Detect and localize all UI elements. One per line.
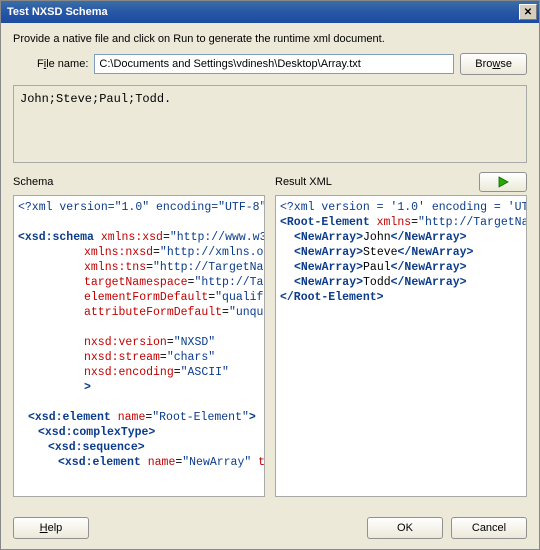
help-button[interactable]: Help — [13, 517, 89, 539]
close-icon: ✕ — [524, 7, 532, 18]
schema-header: Schema — [13, 171, 265, 193]
run-button[interactable] — [479, 172, 527, 192]
file-name-label: File name: — [37, 58, 88, 70]
schema-panel: Schema <?xml version="1.0" encoding="UTF… — [13, 171, 265, 497]
result-label: Result XML — [275, 176, 332, 188]
schema-label: Schema — [13, 176, 53, 188]
button-bar: Help OK Cancel — [1, 507, 539, 549]
close-button[interactable]: ✕ — [519, 4, 537, 20]
result-code-box[interactable]: <?xml version = '1.0' encoding = 'UTF-8'… — [275, 195, 527, 497]
cancel-button[interactable]: Cancel — [451, 517, 527, 539]
schema-code-box[interactable]: <?xml version="1.0" encoding="UTF-8" ?><… — [13, 195, 265, 497]
play-icon — [497, 176, 509, 188]
dialog-window: Test NXSD Schema ✕ Provide a native file… — [0, 0, 540, 550]
button-bar-right: OK Cancel — [367, 517, 527, 539]
file-content-box[interactable]: John;Steve;Paul;Todd. — [13, 85, 527, 163]
dialog-content: Provide a native file and click on Run t… — [1, 23, 539, 507]
file-name-input[interactable] — [94, 54, 454, 74]
result-header: Result XML — [275, 171, 527, 193]
title-bar: Test NXSD Schema ✕ — [1, 1, 539, 23]
result-panel: Result XML <?xml version = '1.0' encodin… — [275, 171, 527, 497]
browse-button[interactable]: Browse — [460, 53, 527, 75]
window-title: Test NXSD Schema — [7, 6, 108, 18]
panels-row: Schema <?xml version="1.0" encoding="UTF… — [13, 171, 527, 497]
file-name-row: File name: Browse — [13, 53, 527, 75]
file-content-text: John;Steve;Paul;Todd. — [20, 92, 171, 106]
instruction-text: Provide a native file and click on Run t… — [13, 33, 527, 45]
ok-button[interactable]: OK — [367, 517, 443, 539]
